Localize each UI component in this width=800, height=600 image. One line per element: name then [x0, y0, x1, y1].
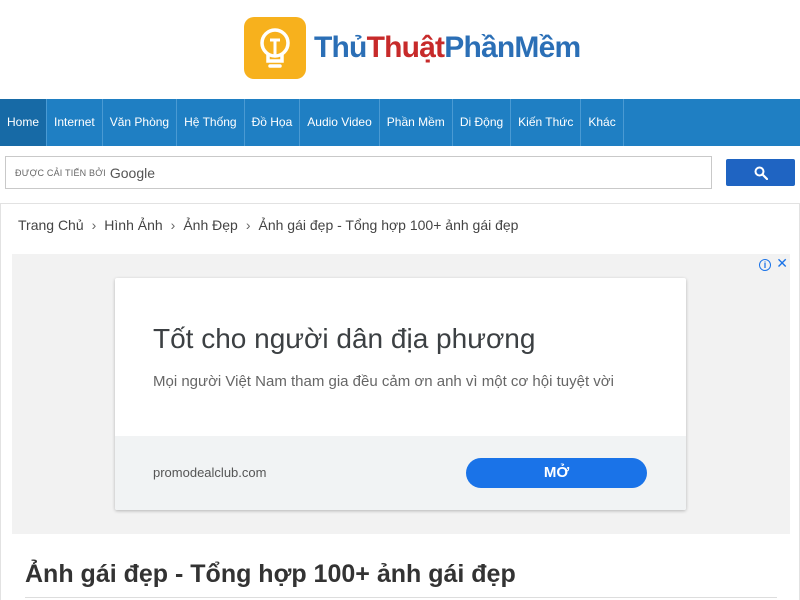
logo-text-part1: Thủ	[314, 31, 367, 64]
main-nav: Home Internet Văn Phòng Hệ Thống Đồ Họa …	[0, 99, 800, 146]
nav-item-do-hoa[interactable]: Đồ Họa	[245, 99, 301, 146]
ad-domain: promodealclub.com	[153, 465, 267, 480]
ad-close-icon[interactable]: ✕	[776, 255, 788, 272]
page-title: Ảnh gái đẹp - Tổng hợp 100+ ảnh gái đẹp	[25, 560, 516, 588]
logo-text-part3: PhầnMềm	[444, 31, 581, 64]
logo-text: ThủThuậtPhầnMềm	[314, 17, 581, 79]
nav-item-he-thong[interactable]: Hệ Thống	[177, 99, 245, 146]
search-input[interactable]: ĐƯỢC CẢI TIẾN BỞI Google	[5, 156, 712, 189]
breadcrumb-anh-dep[interactable]: Ảnh Đẹp	[183, 217, 237, 233]
google-brand: Google	[109, 164, 156, 181]
logo-text-part2: Thuật	[366, 31, 445, 64]
search-button[interactable]	[726, 159, 795, 186]
content-area: Trang Chủ › Hình Ảnh › Ảnh Đẹp › Ảnh gái…	[0, 203, 800, 600]
search-bar: ĐƯỢC CẢI TIẾN BỞI Google	[5, 156, 795, 189]
ad-banner: i ✕ Tốt cho người dân địa phương Mọi ngư…	[12, 254, 790, 534]
nav-item-van-phong[interactable]: Văn Phòng	[103, 99, 178, 146]
ad-title[interactable]: Tốt cho người dân địa phương	[153, 323, 535, 355]
search-icon	[754, 166, 768, 180]
nav-item-khac[interactable]: Khác	[581, 99, 624, 146]
breadcrumb-separator: ›	[245, 217, 251, 233]
nav-item-di-dong[interactable]: Di Động	[453, 99, 512, 146]
title-divider	[25, 597, 777, 598]
nav-item-kien-thuc[interactable]: Kiến Thức	[511, 99, 582, 146]
ad-footer: promodealclub.com MỞ	[115, 436, 686, 510]
ad-info-icon[interactable]: i	[759, 259, 771, 271]
ad-description: Mọi người Việt Nam tham gia đều cảm ơn a…	[153, 373, 614, 390]
site-header: ThủThuậtPhầnMềm	[0, 0, 800, 99]
nav-item-home[interactable]: Home	[0, 99, 48, 146]
search-powered-by: ĐƯỢC CẢI TIẾN BỞI	[15, 167, 106, 178]
breadcrumb-separator: ›	[170, 217, 176, 233]
lightbulb-icon	[244, 17, 306, 79]
ad-open-button[interactable]: MỞ	[466, 458, 647, 488]
nav-item-audio-video[interactable]: Audio Video	[300, 99, 380, 146]
breadcrumb: Trang Chủ › Hình Ảnh › Ảnh Đẹp › Ảnh gái…	[18, 217, 518, 233]
site-logo[interactable]: ThủThuậtPhầnMềm	[244, 17, 581, 79]
breadcrumb-hinh-anh[interactable]: Hình Ảnh	[104, 217, 162, 233]
nav-item-phan-mem[interactable]: Phần Mềm	[380, 99, 453, 146]
nav-item-internet[interactable]: Internet	[47, 99, 103, 146]
breadcrumb-home[interactable]: Trang Chủ	[18, 217, 84, 233]
breadcrumb-current: Ảnh gái đẹp - Tổng hợp 100+ ảnh gái đẹp	[258, 217, 519, 233]
breadcrumb-separator: ›	[91, 217, 97, 233]
ad-card[interactable]: Tốt cho người dân địa phương Mọi người V…	[115, 278, 686, 510]
